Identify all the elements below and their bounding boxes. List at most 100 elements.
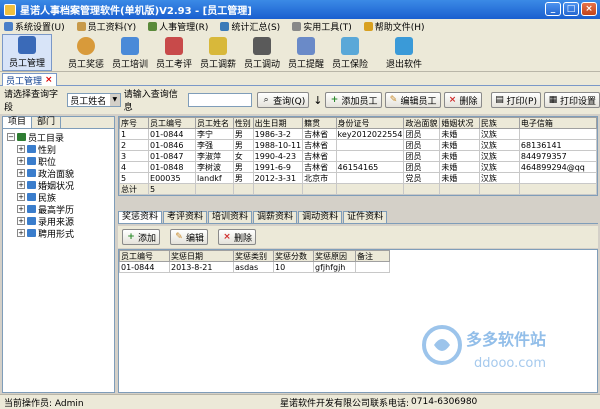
table-row[interactable]: 01-0844 2013-8-21 asdas 10 gfjhfgjh (119, 261, 390, 273)
table-cell[interactable] (335, 172, 405, 184)
table-cell[interactable]: 未婚 (439, 161, 480, 173)
add-employee-button[interactable]: + 添加员工 (325, 92, 382, 108)
table-cell[interactable]: 男 (232, 161, 254, 173)
expand-icon[interactable]: + (17, 193, 25, 201)
table-row[interactable]: 5 E00035 landkf 男 2012-3-31 北京市 党员 未婚 汉族 (119, 172, 597, 184)
column-header[interactable]: 员工编号 (119, 250, 170, 262)
table-cell[interactable]: 李淑萍 (195, 150, 234, 162)
toolbar-rewards[interactable]: 员工奖惩 (64, 34, 108, 71)
table-cell[interactable]: 01-0847 (148, 150, 197, 162)
delete-record-button[interactable]: × 删除 (218, 229, 257, 245)
toolbar-salary[interactable]: 员工调薪 (196, 34, 240, 71)
tab-evaluation[interactable]: 考评资料 (163, 211, 208, 223)
table-cell[interactable]: 1988-10-11 (252, 139, 304, 151)
column-header[interactable]: 奖惩日期 (169, 250, 234, 262)
close-button[interactable]: × (581, 2, 597, 16)
table-cell[interactable]: 未婚 (439, 172, 480, 184)
edit-record-button[interactable]: ✎ 编辑 (170, 229, 209, 245)
tree-root[interactable]: − 员工目录 (7, 131, 114, 144)
tree-item-employment[interactable]: + 聘用形式 (7, 227, 114, 240)
menu-employee-data[interactable]: 员工资料(Y) (76, 20, 136, 33)
column-header[interactable]: 奖惩分数 (273, 250, 314, 262)
table-cell[interactable]: 汉族 (478, 150, 520, 162)
table-cell[interactable]: 吉林省 (302, 161, 337, 173)
sort-arrow-icon[interactable]: ↓ (313, 94, 322, 107)
menu-help[interactable]: 帮助文件(H) (363, 20, 425, 33)
table-cell[interactable] (335, 139, 405, 151)
table-cell[interactable]: 10 (273, 261, 314, 273)
menu-statistics[interactable]: 统计汇总(S) (220, 20, 280, 33)
table-cell[interactable]: 1986-3-2 (252, 128, 304, 140)
toolbar-insurance[interactable]: 员工保险 (328, 34, 372, 71)
table-cell[interactable]: 未婚 (439, 128, 480, 140)
column-header[interactable]: 出生日期 (252, 117, 304, 129)
tab-certificates[interactable]: 证件资料 (343, 211, 388, 223)
table-cell[interactable]: 5 (119, 172, 150, 184)
tab-close-icon[interactable]: × (45, 75, 53, 85)
expand-icon[interactable]: + (17, 205, 25, 213)
table-cell[interactable]: 团员 (403, 150, 441, 162)
query-field-select[interactable]: 员工姓名 ▼ (67, 93, 121, 107)
column-header[interactable]: 身份证号 (335, 117, 405, 129)
table-cell[interactable]: 01-0844 (148, 128, 197, 140)
tab-department[interactable]: 部门 (32, 117, 62, 128)
tree-item-gender[interactable]: + 性别 (7, 143, 114, 156)
table-cell[interactable] (335, 150, 405, 162)
table-cell[interactable]: 团员 (403, 139, 441, 151)
expand-icon[interactable]: + (17, 169, 25, 177)
tab-training[interactable]: 培训资料 (208, 211, 253, 223)
table-row[interactable]: 2 01-0846 李强男 1988-10-11 吉林省 团员 未婚 汉族 68136141 (119, 139, 597, 151)
table-cell[interactable]: 3 (119, 150, 150, 162)
table-cell[interactable]: 汉族 (478, 128, 520, 140)
table-cell[interactable] (518, 172, 597, 184)
column-header[interactable]: 奖惩原因 (313, 250, 356, 262)
table-cell[interactable]: asdas (233, 261, 274, 273)
toolbar-reminder[interactable]: 员工提醒 (284, 34, 328, 71)
tab-transfer[interactable]: 调动资料 (298, 211, 343, 223)
table-cell[interactable]: 团员 (403, 128, 441, 140)
menu-tools[interactable]: 实用工具(T) (292, 20, 352, 33)
table-cell[interactable]: 汉族 (478, 161, 520, 173)
table-cell[interactable]: 46154165 (335, 161, 405, 173)
toolbar-transfer[interactable]: 员工调动 (240, 34, 284, 71)
table-cell[interactable]: 吉林省 (302, 128, 337, 140)
column-header[interactable]: 籍贯 (302, 117, 337, 129)
column-header[interactable]: 民族 (478, 117, 520, 129)
table-cell[interactable]: 1990-4-23 (252, 150, 304, 162)
column-header[interactable]: 政治面貌 (403, 117, 441, 129)
table-cell[interactable]: 吉林省 (302, 150, 337, 162)
column-header[interactable]: 婚姻状况 (439, 117, 480, 129)
table-cell[interactable]: 844979357 (518, 150, 597, 162)
column-header[interactable]: 序号 (119, 117, 150, 129)
expand-icon[interactable]: + (17, 145, 25, 153)
table-cell[interactable]: 男 (232, 128, 254, 140)
table-cell[interactable]: 团员 (403, 161, 441, 173)
expand-icon[interactable]: + (17, 217, 25, 225)
toolbar-employee-management[interactable]: 员工管理 (2, 34, 52, 71)
table-cell[interactable]: 1 (119, 128, 150, 140)
table-cell[interactable]: 党员 (403, 172, 441, 184)
tab-project[interactable]: 项目 (3, 117, 33, 128)
tree-item-marital[interactable]: + 婚姻状况 (7, 179, 114, 192)
table-row[interactable]: 1 01-0844 李宁男 1986-3-2 吉林省 key2012022554 团员 未婚汉… (119, 128, 597, 140)
expand-icon[interactable]: + (17, 229, 25, 237)
delete-employee-button[interactable]: × 删除 (443, 92, 482, 108)
expand-icon[interactable]: + (17, 157, 25, 165)
tree-item-source[interactable]: + 录用来源 (7, 215, 114, 228)
table-cell[interactable]: E00035 (148, 172, 197, 184)
menu-system[interactable]: 系统设置(U) (4, 20, 65, 33)
table-cell[interactable]: 李树波 (195, 161, 234, 173)
table-cell[interactable]: 01-0848 (148, 161, 197, 173)
column-header[interactable]: 奖惩类别 (233, 250, 274, 262)
table-cell[interactable] (355, 261, 390, 273)
table-cell[interactable]: landkf (195, 172, 234, 184)
table-cell[interactable]: 男 (232, 139, 254, 151)
table-cell[interactable]: 汉族 (478, 139, 520, 151)
table-row[interactable]: 3 01-0847 李淑萍女 1990-4-23 吉林省 团员 未婚 汉族 844979357 (119, 150, 597, 162)
query-button[interactable]: ⌕ 查询(Q) (257, 92, 310, 108)
print-button[interactable]: ▤ 打印(P) (490, 92, 541, 108)
table-cell[interactable]: 01-0846 (148, 139, 197, 151)
toolbar-training[interactable]: 员工培训 (108, 34, 152, 71)
column-header[interactable]: 员工姓名 (195, 117, 234, 129)
table-cell[interactable]: 2 (119, 139, 150, 151)
